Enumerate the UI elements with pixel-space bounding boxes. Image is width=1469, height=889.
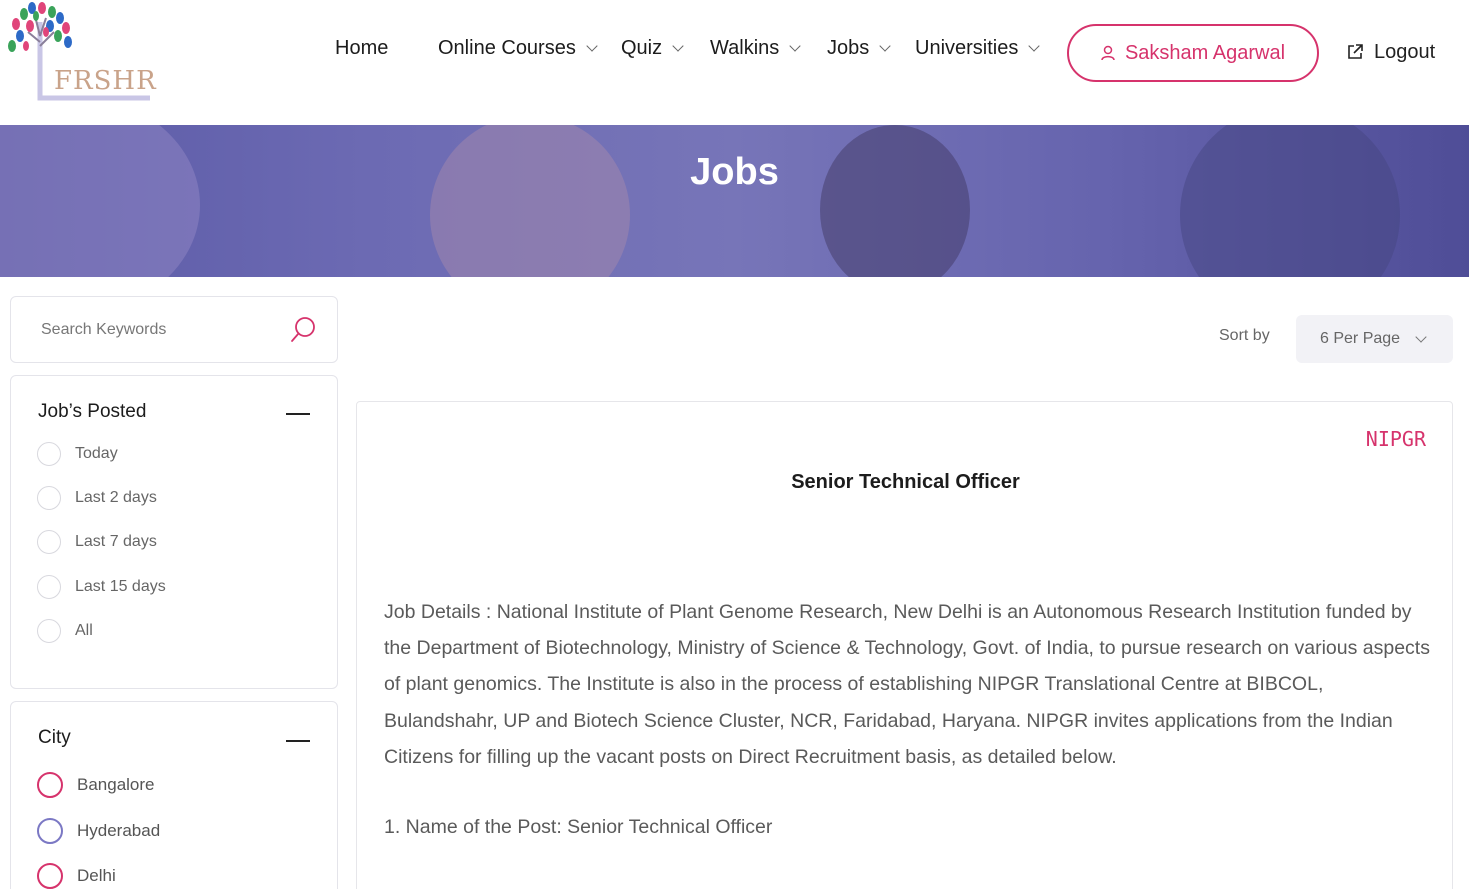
filter-option-today[interactable]: Today (37, 442, 118, 466)
filter-option-label: All (75, 622, 93, 639)
filter-option-label: Last 2 days (75, 489, 157, 506)
hero-photo-shape (430, 125, 630, 277)
page-title: Jobs (690, 151, 779, 193)
nav-home-label: Home (335, 36, 389, 59)
filter-option-last-7-days[interactable]: Last 7 days (37, 530, 157, 554)
job-organization: NIPGR (1365, 427, 1426, 451)
city-option-hyderabad[interactable]: Hyderabad (37, 818, 160, 844)
radio-button[interactable] (37, 619, 61, 643)
hero-photo-shape (1180, 125, 1400, 277)
city-option-label: Delhi (77, 866, 116, 885)
user-name: Saksham Agarwal (1124, 41, 1286, 64)
nav-online-courses[interactable]: Online Courses (438, 34, 598, 62)
job-description: Job Details : National Institute of Plan… (384, 601, 1430, 768)
search-input[interactable] (41, 317, 281, 343)
user-profile-button[interactable]: Saksham Agarwal (1067, 24, 1319, 82)
logo-text: FRSHR (54, 66, 157, 96)
site-logo[interactable]: FRSHR (6, 2, 156, 106)
city-option-label: Hyderabad (77, 821, 161, 840)
chevron-down-icon (879, 39, 891, 52)
nav-jobs-label: Jobs (827, 36, 870, 59)
filter-option-all[interactable]: All (37, 619, 93, 643)
radio-button[interactable] (37, 863, 63, 889)
logout-link[interactable]: Logout (1346, 38, 1435, 66)
collapse-icon[interactable] (286, 740, 310, 742)
radio-button[interactable] (37, 818, 63, 844)
sort-per-page-select[interactable]: 6 Per Page (1296, 315, 1453, 363)
city-filter: City Bangalore Hyderabad Delhi (10, 701, 338, 889)
jobs-posted-title: Job’s Posted (38, 401, 147, 422)
jobs-posted-filter: Job’s Posted Today Last 2 days Last 7 da… (10, 375, 338, 689)
nav-home[interactable]: Home (335, 34, 388, 62)
nav-online-courses-label: Online Courses (438, 36, 576, 59)
city-option-bangalore[interactable]: Bangalore (37, 772, 155, 798)
sort-select-value: 6 Per Page (1320, 330, 1401, 347)
radio-button[interactable] (37, 530, 61, 554)
logout-label: Logout (1374, 40, 1436, 63)
filter-option-label: Last 7 days (75, 533, 157, 550)
chevron-down-icon (1415, 331, 1427, 343)
filter-option-last-15-days[interactable]: Last 15 days (37, 575, 166, 599)
chevron-down-icon (672, 39, 684, 52)
external-link-icon (1346, 43, 1364, 61)
hero-photo-shape (0, 125, 200, 277)
city-filter-title: City (38, 727, 71, 748)
page-hero-banner: Jobs (0, 125, 1469, 277)
user-icon (1101, 45, 1115, 61)
nav-quiz-label: Quiz (621, 36, 663, 59)
filter-option-last-2-days[interactable]: Last 2 days (37, 486, 157, 510)
radio-button[interactable] (37, 442, 61, 466)
collapse-icon[interactable] (286, 413, 310, 415)
nav-walkins-label: Walkins (710, 36, 780, 59)
site-header: FRSHR Home Online Courses Quiz Walkins J… (0, 0, 1469, 125)
filter-option-label: Last 15 days (75, 578, 166, 595)
nav-walkins[interactable]: Walkins (710, 34, 801, 62)
job-title[interactable]: Senior Technical Officer (357, 471, 1454, 494)
nav-jobs[interactable]: Jobs (827, 34, 891, 62)
filter-option-label: Today (75, 445, 118, 462)
city-option-label: Bangalore (77, 775, 155, 794)
chevron-down-icon (1028, 39, 1041, 52)
chevron-down-icon (789, 39, 801, 52)
city-option-delhi[interactable]: Delhi (37, 863, 116, 889)
nav-quiz[interactable]: Quiz (621, 34, 684, 62)
search-box (10, 296, 338, 363)
hero-photo-shape (820, 125, 970, 277)
job-card[interactable]: NIPGR Senior Technical Officer Job Detai… (356, 401, 1453, 889)
radio-button[interactable] (37, 772, 63, 798)
nav-universities-label: Universities (915, 36, 1019, 59)
search-icon[interactable] (289, 315, 317, 350)
sort-by-label: Sort by (1219, 327, 1270, 344)
radio-button[interactable] (37, 575, 61, 599)
radio-button[interactable] (37, 486, 61, 510)
job-post-name: 1. Name of the Post: Senior Technical Of… (384, 816, 773, 838)
nav-universities[interactable]: Universities (915, 34, 1041, 62)
chevron-down-icon (586, 39, 598, 52)
